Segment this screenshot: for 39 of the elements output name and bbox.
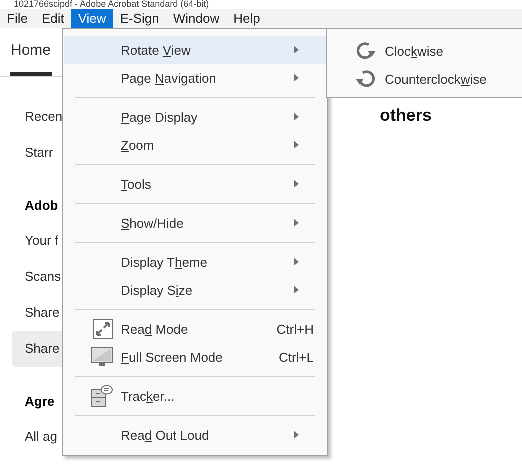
- tracker-icon: [91, 385, 113, 407]
- menu-item[interactable]: Read Mode Ctrl+H: [64, 315, 326, 343]
- menu-item[interactable]: Tools: [64, 170, 326, 198]
- submenu-arrow-icon: [294, 46, 299, 54]
- submenu-arrow-icon: [294, 431, 299, 439]
- sidebar-heading: Agre: [25, 393, 55, 411]
- menu-bar-item[interactable]: View: [71, 9, 114, 28]
- menu-item[interactable]: Show/Hide: [64, 209, 326, 237]
- menu-item[interactable]: Tracker...: [64, 382, 326, 410]
- submenu-arrow-icon: [294, 219, 299, 227]
- menu-item[interactable]: Display Size: [64, 276, 326, 304]
- menu-item[interactable]: Full Screen Mode Ctrl+L: [64, 343, 326, 371]
- menu-item[interactable]: Page Display: [64, 103, 326, 131]
- menu-bar-item[interactable]: Edit: [34, 9, 72, 28]
- menu-item[interactable]: Read Out Loud: [64, 421, 326, 449]
- menu-item[interactable]: Page Navigation: [64, 64, 326, 92]
- menu-item[interactable]: Display Theme: [64, 248, 326, 276]
- submenu-arrow-icon: [294, 113, 299, 121]
- menu-bar-item[interactable]: Help: [226, 9, 268, 28]
- menu-item[interactable]: Zoom: [64, 131, 326, 159]
- submenu-arrow-icon: [294, 180, 299, 188]
- sidebar-heading: Adob: [25, 197, 58, 215]
- rotate-counterclockwise-icon: [355, 69, 377, 89]
- menu-item[interactable]: Clockwise: [327, 37, 522, 65]
- monitor-icon: [91, 347, 113, 367]
- submenu-arrow-icon: [294, 258, 299, 266]
- window-title: 1021766scipdf - Adobe Acrobat Standard (64-bit): [14, 0, 210, 9]
- home-tab[interactable]: Home: [10, 28, 52, 76]
- section-heading: others: [380, 106, 432, 125]
- menu-item[interactable]: Counterclockwise: [327, 65, 522, 93]
- menu-bar-item[interactable]: E-Sign: [113, 9, 166, 28]
- submenu-arrow-icon: [294, 74, 299, 82]
- menu-item[interactable]: Rotate View: [64, 36, 326, 64]
- menu-bar-item[interactable]: File: [0, 9, 35, 28]
- rotate-clockwise-icon: [355, 41, 377, 61]
- menu-bar-item[interactable]: Window: [166, 9, 227, 28]
- submenu-arrow-icon: [294, 141, 299, 149]
- submenu-arrow-icon: [294, 286, 299, 294]
- expand-icon: [93, 319, 113, 339]
